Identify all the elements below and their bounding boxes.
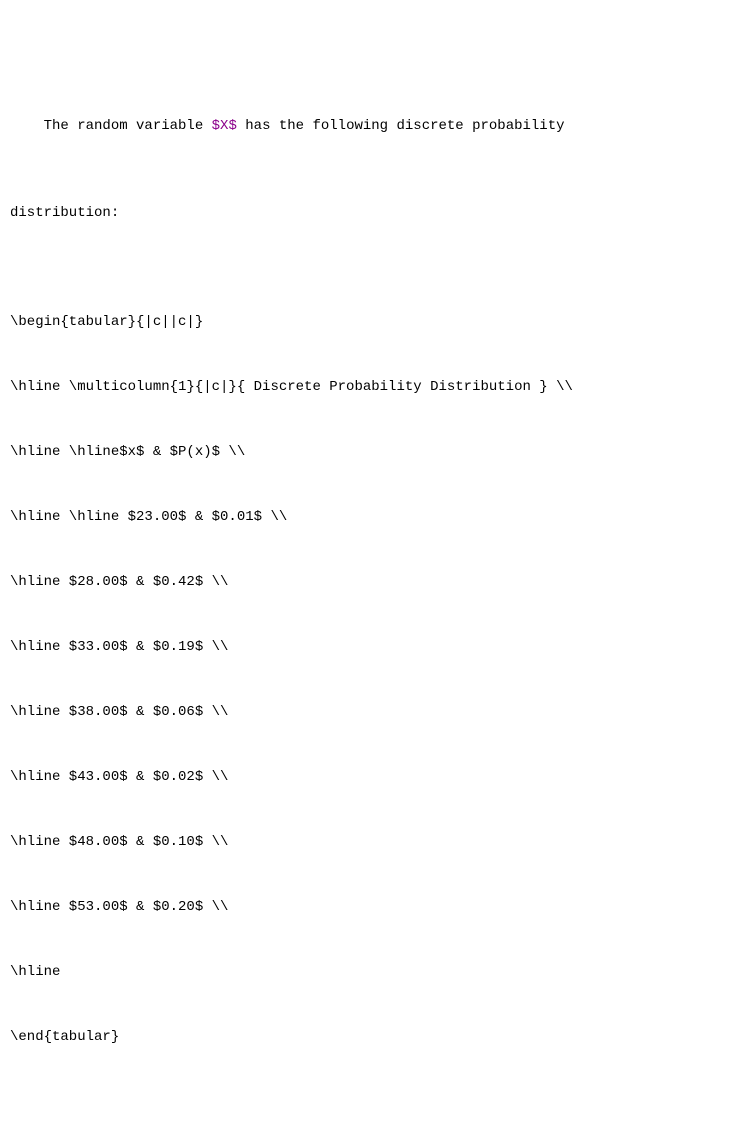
intro-text-1b: has the following discrete probability xyxy=(237,118,565,134)
latex-line-9: \hline $48.00$ & $0.10$ \\ xyxy=(10,832,737,854)
latex-line-10: \hline $53.00$ & $0.20$ \\ xyxy=(10,897,737,919)
var-x-1: $X$ xyxy=(212,118,237,134)
latex-line-3: \hline \hline$x$ & $P(x)$ \\ xyxy=(10,442,737,464)
main-content: The random variable $X$ has the followin… xyxy=(10,8,737,1122)
intro-line: The random variable $X$ has the followin… xyxy=(10,95,737,160)
latex-line-1: \begin{tabular}{|c||c|} xyxy=(10,312,737,334)
latex-line-8: \hline $43.00$ & $0.02$ \\ xyxy=(10,767,737,789)
latex-line-4: \hline \hline $23.00$ & $0.01$ \\ xyxy=(10,507,737,529)
latex-line-5: \hline $28.00$ & $0.42$ \\ xyxy=(10,572,737,594)
latex-line-12: \end{tabular} xyxy=(10,1027,737,1049)
intro-line2: distribution: xyxy=(10,203,737,225)
latex-line-2: \hline \multicolumn{1}{|c|}{ Discrete Pr… xyxy=(10,377,737,399)
latex-line-11: \hline xyxy=(10,962,737,984)
latex-line-6: \hline $33.00$ & $0.19$ \\ xyxy=(10,637,737,659)
latex-line-7: \hline $38.00$ & $0.06$ \\ xyxy=(10,702,737,724)
intro-text-1: The random variable xyxy=(44,118,212,134)
